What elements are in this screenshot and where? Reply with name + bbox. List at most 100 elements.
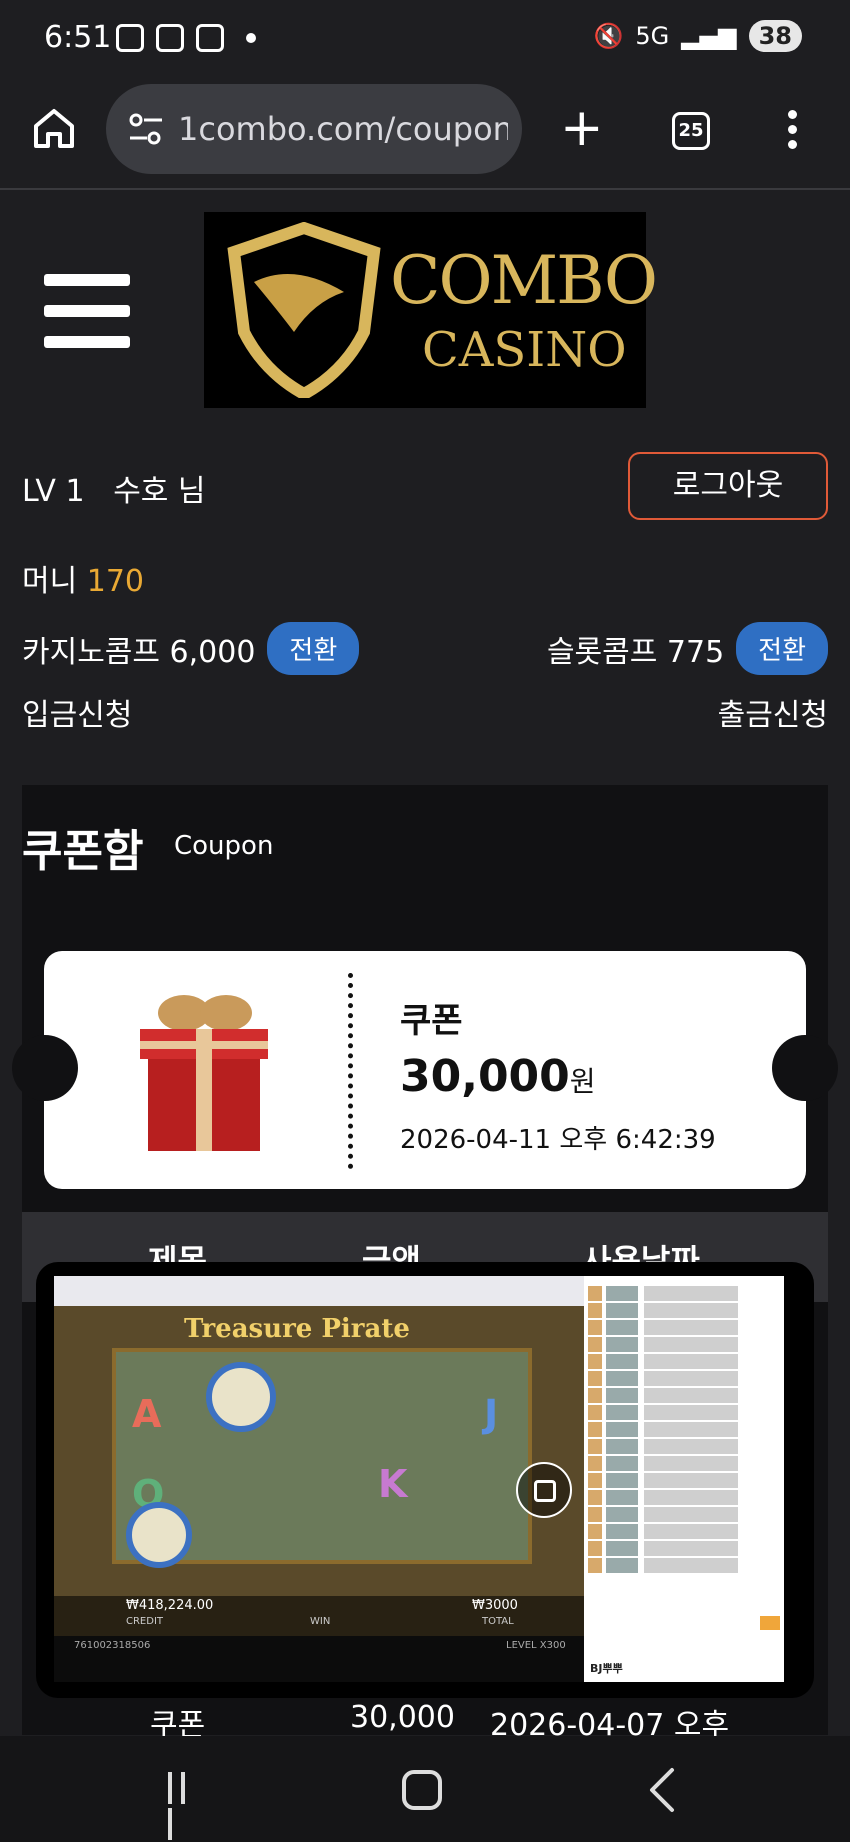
chat-message — [588, 1320, 780, 1335]
chat-message — [588, 1507, 780, 1522]
recent-apps-icon[interactable] — [168, 1772, 204, 1840]
compass-symbol-icon-2 — [126, 1502, 192, 1568]
slot-game-view: Treasure Pirate A Q K J ₩418,224.00 CRED… — [54, 1306, 584, 1636]
coupon-divider — [348, 973, 353, 1169]
ticket-notch-right — [772, 1035, 838, 1101]
logout-button[interactable]: 로그아웃 — [628, 452, 828, 520]
credit-value: ₩418,224.00 — [126, 1598, 214, 1613]
coupon-subtitle: Coupon — [174, 831, 274, 861]
slot-comp: 슬롯콤프 775 전환 — [547, 622, 828, 675]
live-chat-panel: BJ뿌뿌 — [584, 1276, 784, 1682]
user-level: LV 1 — [22, 474, 85, 509]
notification-icons — [116, 24, 256, 52]
chat-message — [588, 1354, 780, 1369]
chat-message — [588, 1422, 780, 1437]
coupon-title: 쿠폰함 — [22, 826, 144, 877]
site-settings-icon[interactable] — [128, 112, 164, 146]
chat-message — [588, 1558, 780, 1573]
table-row: 쿠폰 30,000 2026-04-07 오후 7:46:26 — [22, 1700, 828, 1736]
chat-message — [588, 1439, 780, 1454]
coupon-name: 쿠폰 — [400, 1001, 463, 1041]
status-bar: 6:51 🔇 5G ▂▄▆ 38 — [0, 0, 850, 80]
game-level: LEVEL X300 — [506, 1640, 566, 1651]
reel-symbol-j: J — [484, 1392, 499, 1436]
coupon-amount-unit: 원 — [569, 1065, 596, 1098]
money-label: 머니 — [22, 564, 78, 599]
url-text: 1combo.com/coupon — [178, 110, 508, 148]
chat-message — [588, 1286, 780, 1301]
voicemail-icon — [156, 24, 184, 52]
new-tab-icon[interactable]: + — [560, 102, 604, 154]
game-title: Treasure Pirate — [184, 1314, 410, 1344]
reel-symbol-k: K — [378, 1462, 408, 1506]
row-amount: 30,000 — [350, 1700, 455, 1735]
more-menu-icon[interactable] — [788, 110, 798, 150]
logo-text-casino: CASINO — [422, 322, 627, 378]
screenshot-icon — [116, 24, 144, 52]
row-title: 쿠폰 — [150, 1708, 206, 1736]
game-id: 761002318506 — [74, 1640, 151, 1651]
slot-comp-switch-button[interactable]: 전환 — [736, 622, 828, 675]
address-bar[interactable]: 1combo.com/coupon — [106, 84, 522, 174]
chat-streamer-name: BJ뿌뿌 — [590, 1662, 623, 1675]
coupon-date: 2026-04-11 오후 6:42:39 — [400, 1125, 716, 1155]
coupon-amount-value: 30,000 — [400, 1051, 570, 1102]
picture-in-picture-window[interactable]: Treasure Pirate A Q K J ₩418,224.00 CRED… — [36, 1262, 814, 1698]
casino-comp-label: 카지노콤프 6,000 — [22, 634, 256, 670]
game-footer: ₩418,224.00 CREDIT WIN ₩3000 TOTAL — [54, 1596, 584, 1636]
pip-expand-icon[interactable] — [516, 1462, 572, 1518]
shield-logo-icon — [227, 222, 381, 398]
casino-comp: 카지노콤프 6,000 전환 — [22, 622, 360, 675]
slot-comp-label: 슬롯콤프 775 — [546, 634, 725, 670]
battery-indicator: 38 — [748, 20, 802, 52]
more-notifications-icon — [246, 33, 256, 43]
win-label: WIN — [310, 1616, 331, 1627]
browser-toolbar: 1combo.com/coupon + 25 — [0, 80, 850, 190]
pip-browser-bar — [54, 1276, 584, 1306]
chat-message — [588, 1303, 780, 1318]
hamburger-menu-icon[interactable] — [44, 274, 130, 348]
signal-icon: ▂▄▆ — [681, 22, 737, 50]
chat-message — [588, 1490, 780, 1505]
total-value: ₩3000 — [472, 1598, 518, 1613]
pip-content: Treasure Pirate A Q K J ₩418,224.00 CRED… — [54, 1276, 784, 1682]
chat-message — [588, 1456, 780, 1471]
chat-message — [588, 1371, 780, 1386]
coupon-card[interactable]: 쿠폰 30,000원 2026-04-11 오후 6:42:39 — [44, 951, 806, 1189]
slot-reels: A Q K J — [112, 1348, 532, 1568]
deposit-link[interactable]: 입금신청 — [22, 690, 132, 734]
user-name: 수호 님 — [113, 474, 206, 509]
row-used-date: 2026-04-07 오후 7:46:26 — [490, 1708, 730, 1736]
tab-switcher-button[interactable]: 25 — [672, 112, 710, 150]
money-value: 170 — [86, 564, 145, 599]
home-button-icon[interactable] — [402, 1770, 442, 1810]
chat-message — [588, 1473, 780, 1488]
logo-text-combo: COMBO — [390, 242, 658, 319]
coupon-amount: 30,000원 — [400, 1051, 596, 1102]
network-type: 5G — [635, 22, 670, 50]
money-balance: 머니 170 — [22, 556, 144, 600]
site-logo[interactable]: COMBO CASINO — [204, 212, 658, 408]
chat-send-button — [760, 1616, 780, 1630]
home-icon[interactable] — [32, 106, 76, 150]
compass-symbol-icon — [206, 1362, 276, 1432]
system-icons: 🔇 5G ▂▄▆ 38 — [593, 20, 802, 52]
total-label: TOTAL — [482, 1616, 514, 1627]
withdraw-link[interactable]: 출금신청 — [718, 690, 828, 734]
chat-message — [588, 1405, 780, 1420]
back-icon[interactable] — [642, 1766, 682, 1814]
ticket-notch-left — [12, 1035, 78, 1101]
status-time: 6:51 — [44, 20, 112, 55]
system-navigation-bar — [0, 1736, 850, 1842]
mute-icon: 🔇 — [593, 22, 624, 50]
chat-message — [588, 1337, 780, 1352]
chat-message — [588, 1541, 780, 1556]
site-header: COMBO CASINO — [0, 212, 850, 408]
gift-box-icon — [140, 995, 268, 1151]
chat-message — [588, 1388, 780, 1403]
instagram-icon — [196, 24, 224, 52]
casino-comp-switch-button[interactable]: 전환 — [267, 622, 360, 675]
user-level-name: LV 1 수호 님 — [22, 466, 206, 510]
credit-label: CREDIT — [126, 1616, 164, 1627]
reel-symbol-a: A — [132, 1392, 162, 1436]
